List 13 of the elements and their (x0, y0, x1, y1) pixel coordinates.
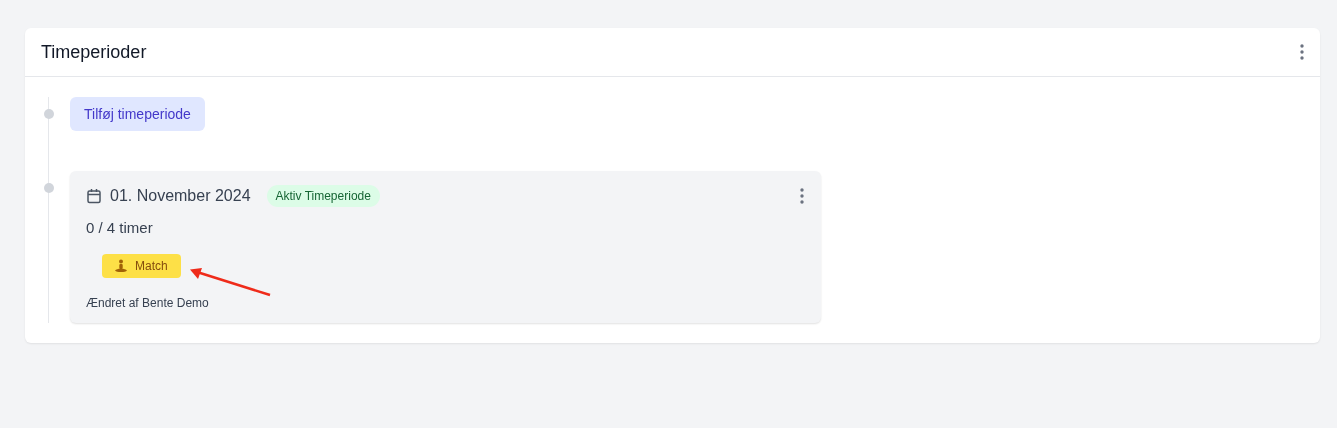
add-period-button[interactable]: Tilføj timeperiode (70, 97, 205, 131)
timeline-dot (44, 183, 54, 193)
more-menu-icon[interactable] (800, 188, 804, 204)
status-badge: Aktiv Timeperiode (266, 185, 380, 207)
hours-text: 0 / 4 timer (86, 219, 154, 236)
more-menu-icon[interactable] (1300, 44, 1304, 60)
panel-title: Timeperioder (41, 41, 147, 63)
match-tag[interactable]: Match (102, 254, 181, 278)
changed-by-text: Ændret af Bente Demo (86, 296, 210, 310)
person-icon (114, 259, 128, 273)
timeline-dot (44, 109, 54, 119)
period-date: 01. November 2024 (110, 187, 251, 205)
calendar-icon (86, 188, 102, 204)
